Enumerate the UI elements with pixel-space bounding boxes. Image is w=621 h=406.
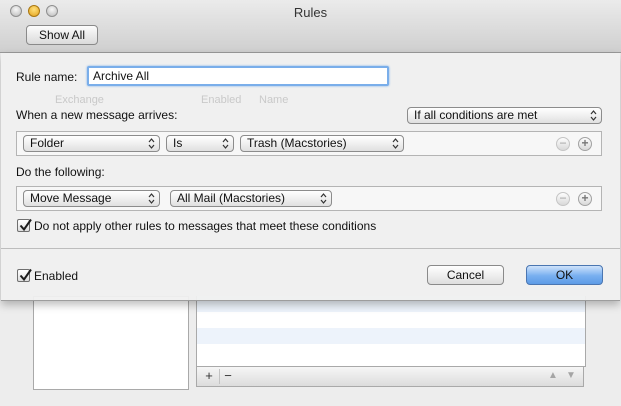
updown-chevron-icon [320,193,327,204]
do-following-label: Do the following: [16,165,105,179]
checkmark-icon [19,218,32,232]
updown-chevron-icon [148,138,155,149]
rule-editor-sheet: Exchange Enabled Name Rule name: When a … [1,53,620,301]
rule-name-label: Rule name: [16,70,78,84]
stop-rules-checkbox[interactable] [17,218,32,232]
move-up-icon[interactable]: ▲ [545,369,561,384]
remove-rule-button[interactable]: − [219,369,236,384]
condition-field-value: Folder [30,136,65,150]
condition-field-popup[interactable]: Folder [23,135,160,152]
enabled-checkbox[interactable] [17,268,32,282]
condition-row: Folder Is Trash (Macstories) − + [16,131,602,156]
updown-chevron-icon [392,138,399,149]
ghost-account-name: Exchange [55,94,104,106]
condition-value-popup[interactable]: Trash (Macstories) [240,135,404,152]
move-down-icon[interactable]: ▼ [563,369,579,384]
enabled-label: Enabled [34,269,79,283]
accounts-list[interactable] [33,296,189,390]
ok-button[interactable]: OK [526,265,603,285]
rule-name-input[interactable] [87,66,389,86]
rules-window: Rules Show All + − ▲ ▼ Exchange Enabled … [0,0,621,406]
add-action-button[interactable]: + [578,192,592,206]
ghost-column-name: Name [259,94,289,106]
add-rule-button[interactable]: + [201,369,217,384]
updown-chevron-icon [148,193,155,204]
rules-table[interactable] [196,296,586,367]
rules-table-toolbar: + − ▲ ▼ [196,366,584,387]
ghost-column-enabled: Enabled [201,94,242,106]
match-conditions-value: If all conditions are met [414,108,538,122]
action-type-value: Move Message [30,191,112,205]
remove-condition-button[interactable]: − [556,137,570,151]
condition-operator-popup[interactable]: Is [166,135,234,152]
action-row: Move Message All Mail (Macstories) − + [16,186,602,211]
title-bar: Rules Show All [0,0,621,53]
checkmark-icon [19,268,32,282]
table-row [197,344,585,360]
updown-chevron-icon [590,110,597,121]
add-condition-button[interactable]: + [578,137,592,151]
match-conditions-popup[interactable]: If all conditions are met [407,107,602,124]
table-row [197,312,585,328]
cancel-button[interactable]: Cancel [427,265,504,285]
window-title: Rules [293,5,328,20]
action-target-popup[interactable]: All Mail (Macstories) [170,190,332,207]
action-target-value: All Mail (Macstories) [177,191,286,205]
stop-rules-label: Do not apply other rules to messages tha… [34,219,377,233]
when-message-arrives-label: When a new message arrives: [16,108,178,122]
table-row [197,328,585,344]
show-all-button[interactable]: Show All [26,25,98,45]
updown-chevron-icon [222,138,229,149]
action-type-popup[interactable]: Move Message [23,190,160,207]
condition-value-text: Trash (Macstories) [247,136,347,150]
remove-action-button[interactable]: − [556,192,570,206]
condition-operator-value: Is [173,136,183,150]
sheet-divider [1,248,620,249]
